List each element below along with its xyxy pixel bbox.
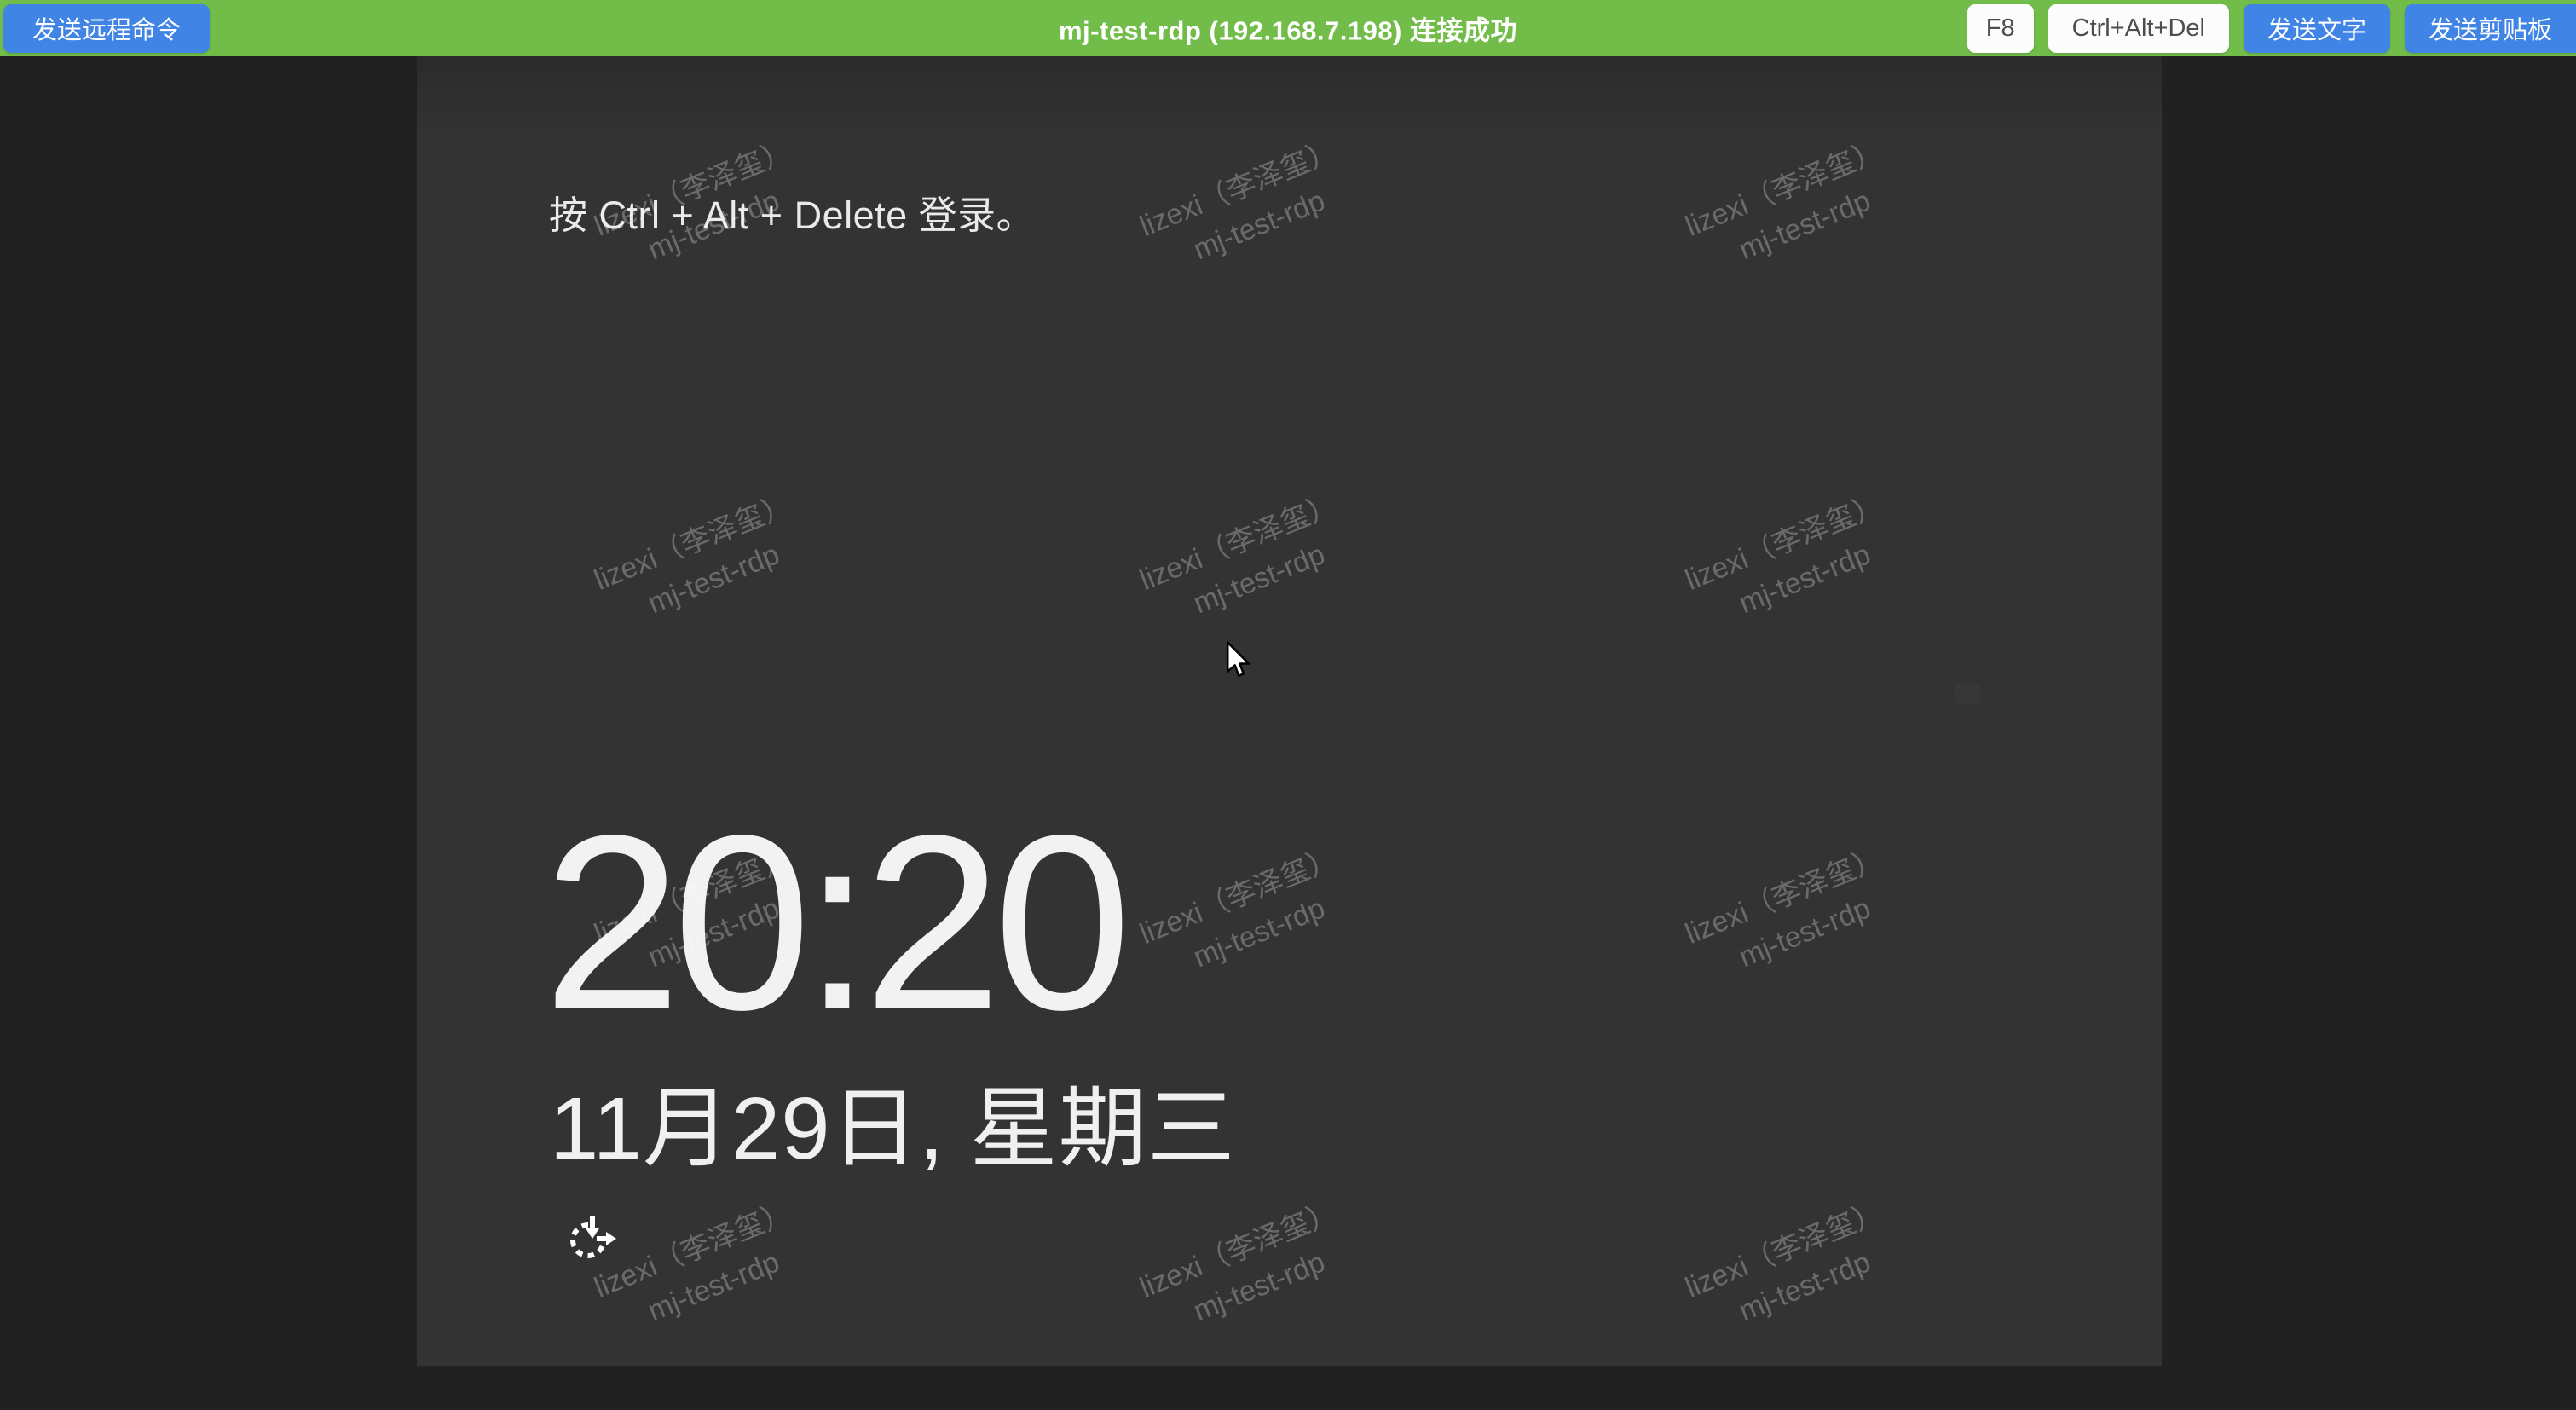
send-clipboard-button[interactable]: 发送剪贴板 bbox=[2405, 4, 2576, 53]
mouse-cursor-icon bbox=[1225, 640, 1252, 683]
ctrl-alt-del-button[interactable]: Ctrl+Alt+Del bbox=[2048, 4, 2229, 53]
screen-artifact-box bbox=[1955, 684, 1980, 704]
connection-status-title: mj-test-rdp (192.168.7.198) 连接成功 bbox=[1059, 9, 1517, 48]
send-text-button[interactable]: 发送文字 bbox=[2244, 4, 2390, 53]
toolbar: 发送远程命令 mj-test-rdp (192.168.7.198) 连接成功 … bbox=[0, 0, 2576, 56]
remote-desktop-viewport: 按 Ctrl + Alt + Delete 登录。 20:20 11月29日, … bbox=[0, 56, 2576, 1410]
lock-screen-time: 20:20 bbox=[543, 798, 1123, 1047]
send-remote-command-button[interactable]: 发送远程命令 bbox=[3, 4, 210, 53]
watermark: lizexi（李泽玺）mj-test-rdp bbox=[1679, 130, 1905, 286]
lock-instruction-text: 按 Ctrl + Alt + Delete 登录。 bbox=[549, 184, 1035, 240]
f8-button[interactable]: F8 bbox=[1967, 4, 2034, 53]
toolbar-right-group: F8 Ctrl+Alt+Del 发送文字 发送剪贴板 bbox=[1967, 4, 2576, 53]
windows-lock-screen[interactable]: 按 Ctrl + Alt + Delete 登录。 20:20 11月29日, … bbox=[417, 56, 2162, 1366]
watermark: lizexi（李泽玺）mj-test-rdp bbox=[1134, 484, 1360, 640]
watermark: lizexi（李泽玺）mj-test-rdp bbox=[1679, 484, 1905, 640]
watermark: lizexi（李泽玺）mj-test-rdp bbox=[1679, 838, 1905, 994]
watermark: lizexi（李泽玺）mj-test-rdp bbox=[588, 484, 814, 640]
watermark: lizexi（李泽玺）mj-test-rdp bbox=[1134, 838, 1360, 994]
lock-screen-date: 11月29日, 星期三 bbox=[550, 1057, 1236, 1184]
watermark: lizexi（李泽玺）mj-test-rdp bbox=[1134, 1192, 1360, 1348]
watermark: lizexi（李泽玺）mj-test-rdp bbox=[1134, 130, 1360, 286]
watermark: lizexi（李泽玺）mj-test-rdp bbox=[1679, 1192, 1905, 1348]
pending-update-clock-icon bbox=[569, 1216, 622, 1262]
